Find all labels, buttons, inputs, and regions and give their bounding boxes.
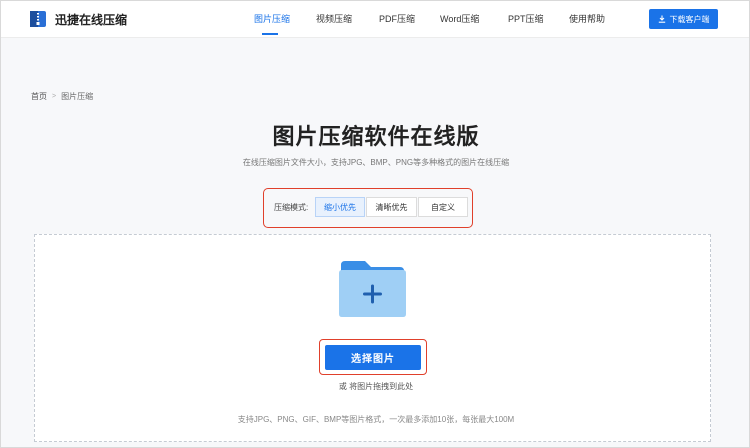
logo-icon <box>29 10 47 28</box>
nav-pdf-compress[interactable]: PDF压缩 <box>379 12 415 25</box>
nav-ppt-compress[interactable]: PPT压缩 <box>508 12 544 25</box>
drag-hint: 或 将图片拖拽到此处 <box>338 382 414 391</box>
page-title: 图片压缩软件在线版 <box>272 124 480 149</box>
mode-option-clearer[interactable]: 清晰优先 <box>366 197 417 217</box>
format-hint: 支持JPG、PNG、GIF、BMP等图片格式，一次最多添加10张，每张最大100… <box>237 415 515 424</box>
breadcrumb-home[interactable]: 首页 <box>31 91 47 102</box>
download-client-button[interactable]: 下载客户端 <box>649 9 718 29</box>
breadcrumb-current: 图片压缩 <box>61 92 94 101</box>
breadcrumb: 首页 > 图片压缩 <box>31 91 93 102</box>
select-image-button[interactable]: 选择图片 <box>325 345 421 370</box>
compress-mode-label: 压缩模式: <box>274 203 309 212</box>
nav-image-compress[interactable]: 图片压缩 <box>254 12 290 25</box>
page-frame: 迅捷在线压缩 图片压缩 视频压缩 PDF压缩 Word压缩 PPT压缩 使用帮助… <box>0 0 750 448</box>
top-header: 迅捷在线压缩 图片压缩 视频压缩 PDF压缩 Word压缩 PPT压缩 使用帮助… <box>1 1 749 38</box>
nav-active-indicator <box>262 33 278 35</box>
folder-add-icon[interactable] <box>337 259 408 319</box>
mode-option-smaller[interactable]: 缩小优先 <box>315 197 365 217</box>
download-icon <box>658 15 666 23</box>
mode-option-custom[interactable]: 自定义 <box>418 197 468 217</box>
nav-video-compress[interactable]: 视频压缩 <box>316 12 352 25</box>
logo-text: 迅捷在线压缩 <box>55 12 128 27</box>
logo[interactable]: 迅捷在线压缩 <box>29 10 127 28</box>
page-subtitle: 在线压缩图片文件大小，支持JPG、BMP、PNG等多种格式的图片在线压缩 <box>242 158 510 167</box>
nav-word-compress[interactable]: Word压缩 <box>440 12 479 25</box>
breadcrumb-separator: > <box>52 93 57 100</box>
download-label: 下载客户端 <box>669 14 710 24</box>
nav-help[interactable]: 使用帮助 <box>569 12 605 25</box>
